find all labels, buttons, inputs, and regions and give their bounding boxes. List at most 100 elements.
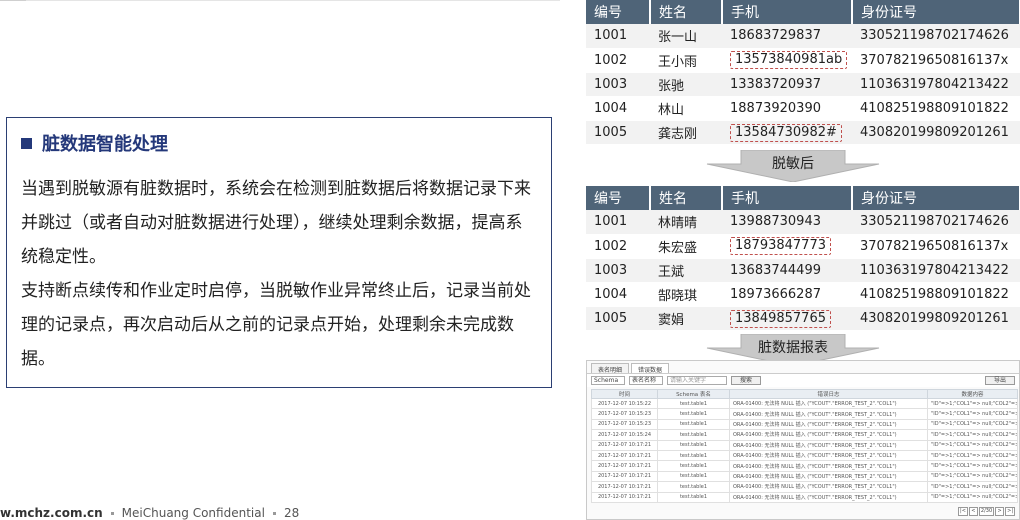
report-cell-time: 2017-12-07 10:15:23 bbox=[591, 418, 658, 431]
report-header-error-log: 错误日志 bbox=[729, 389, 928, 399]
table-row: 1001 张一山 18683729837 330521198702174626 bbox=[586, 24, 1020, 49]
cell-id: 1002 bbox=[586, 234, 650, 259]
cell-name: 龚志刚 bbox=[650, 120, 722, 146]
info-title-text: 脏数据智能处理 bbox=[42, 134, 168, 155]
report-cell-time: 2017-12-07 10:17:21 bbox=[591, 491, 658, 503]
report-cell-schema: test.table1 bbox=[657, 481, 730, 493]
top-strip bbox=[0, 0, 26, 1]
report-row[interactable]: 2017-12-07 10:17:21 test.table1 ORA-01400:… bbox=[591, 491, 1018, 503]
report-cell-time: 2017-12-07 10:17:21 bbox=[591, 460, 658, 472]
cell-name: 郜晓琪 bbox=[650, 282, 722, 308]
cell-phone: 13988730943 bbox=[722, 210, 852, 235]
header-phone: 手机 bbox=[722, 0, 853, 24]
report-row[interactable]: 2017-12-07 10:15:24 test.table1 ORA-01400:… bbox=[591, 429, 1018, 441]
highlighted-value: 13573840981ab bbox=[730, 51, 848, 70]
report-cell-schema: test.table1 bbox=[657, 408, 730, 420]
footer-separator bbox=[272, 511, 276, 515]
info-paragraph-1: 当遇到脱敏源有脏数据时，系统会在检测到脏数据后将数据记录下来并跳过（或者自动对脏… bbox=[21, 179, 531, 267]
cell-id: 1002 bbox=[586, 48, 650, 73]
cell-phone: 18793847773 bbox=[722, 234, 852, 259]
cell-name: 林山 bbox=[650, 96, 722, 122]
cell-idcard: 410825198809101822 bbox=[852, 282, 1020, 308]
report-cell-error-log: ORA-01400: 无法将 NULL 插入 ("YCOUT"."ERROR_T… bbox=[729, 491, 928, 503]
table-name-select[interactable]: 表名名称 bbox=[629, 376, 663, 385]
report-cell-time: 2017-12-07 10:17:21 bbox=[591, 470, 658, 483]
header-idcard: 身份证号 bbox=[852, 0, 1020, 24]
cell-id: 1004 bbox=[586, 282, 650, 308]
cell-id: 1005 bbox=[586, 120, 650, 146]
report-cell-error-log: ORA-01400: 无法将 NULL 插入 ("YCOUT"."ERROR_T… bbox=[729, 408, 928, 420]
report-cell-error-log: ORA-01400: 无法将 NULL 插入 ("YCOUT"."ERROR_T… bbox=[729, 449, 928, 462]
pager-last-button[interactable]: >| bbox=[1005, 507, 1015, 516]
table-row: 1002 朱宏盛 18793847773 37078219650816137x bbox=[586, 234, 1020, 259]
pager-first-button[interactable]: |< bbox=[958, 507, 968, 516]
report-cell-error-log: ORA-01400: 无法将 NULL 插入 ("YCOUT"."ERROR_T… bbox=[729, 470, 928, 483]
cell-name: 林晴晴 bbox=[650, 210, 722, 235]
header-phone: 手机 bbox=[722, 186, 853, 210]
cell-name: 朱宏盛 bbox=[650, 234, 722, 259]
cell-id: 1003 bbox=[586, 258, 650, 284]
cell-idcard: 430820199809201261 bbox=[852, 120, 1020, 146]
report-cell-content: "ID"=>1;"COL1"=> null;"COL2"=>null bbox=[927, 408, 1018, 420]
report-header-row: 时间 Schema 表名 错误日志 数据内容 bbox=[591, 389, 1018, 399]
table-row: 1003 张驰 13383720937 110363197804213422 bbox=[586, 72, 1020, 98]
report-row[interactable]: 2017-12-07 10:15:23 test.table1 ORA-01400:… bbox=[591, 408, 1018, 420]
pager-page-indicator: 2/30 bbox=[978, 507, 995, 516]
export-button[interactable]: 导出 bbox=[984, 376, 1015, 385]
report-cell-error-log: ORA-01400: 无法将 NULL 插入 ("YCOUT"."ERROR_T… bbox=[729, 460, 928, 472]
table-header-row: 编号 姓名 手机 身份证号 bbox=[586, 186, 1020, 210]
tab-table-detail[interactable]: 表名明细 bbox=[591, 363, 630, 374]
report-row[interactable]: 2017-12-07 10:17:21 test.table1 ORA-01400:… bbox=[591, 449, 1018, 462]
top-divider bbox=[0, 0, 560, 1]
tab-error-data[interactable]: 错误数据 bbox=[631, 363, 670, 374]
schema-select[interactable]: Schema bbox=[591, 376, 625, 385]
report-table: 时间 Schema 表名 错误日志 数据内容 2017-12-07 10:15:… bbox=[591, 389, 1018, 503]
report-cell-time: 2017-12-07 10:17:21 bbox=[591, 439, 658, 451]
report-row[interactable]: 2017-12-07 10:15:22 test.table1 ORA-01400:… bbox=[591, 397, 1018, 410]
report-cell-schema: test.table1 bbox=[657, 397, 730, 410]
report-cell-error-log: ORA-01400: 无法将 NULL 插入 ("YCOUT"."ERROR_T… bbox=[729, 429, 928, 441]
report-header-schema: Schema 表名 bbox=[657, 389, 730, 399]
report-row[interactable]: 2017-12-07 10:15:23 test.table1 ORA-01400:… bbox=[591, 418, 1018, 431]
table-row: 1002 王小雨 13573840981ab 37078219650816137x bbox=[586, 48, 1020, 73]
cell-idcard: 110363197804213422 bbox=[852, 258, 1020, 284]
cell-id: 1001 bbox=[586, 210, 650, 235]
search-button[interactable]: 搜索 bbox=[731, 376, 762, 385]
table-row: 1003 王斌 13683744499 110363197804213422 bbox=[586, 258, 1020, 284]
pager-next-button[interactable]: > bbox=[995, 507, 1005, 516]
report-cell-content: "ID"=>1;"COL1"=> null;"COL2"=>null bbox=[927, 491, 1018, 503]
report-cell-schema: test.table1 bbox=[657, 460, 730, 472]
footer-separator bbox=[110, 511, 114, 515]
pager-prev-button[interactable]: < bbox=[968, 507, 978, 516]
report-cell-content: "ID"=>1;"COL1"=> null;"COL2"=>null bbox=[927, 481, 1018, 493]
report-tabs: 表名明细 错误数据 bbox=[587, 361, 1019, 374]
report-cell-schema: test.table1 bbox=[657, 449, 730, 462]
report-cell-content: "ID"=>1;"COL1"=> null;"COL2"=>null bbox=[927, 449, 1018, 462]
report-cell-time: 2017-12-07 10:17:21 bbox=[591, 449, 658, 462]
dirty-data-report-window: 表名明细 错误数据 Schema 表名名称 请输入关键字 搜索 导出 时间 Sc… bbox=[586, 360, 1020, 520]
cell-phone: 13584730982# bbox=[722, 120, 852, 146]
report-cell-time: 2017-12-07 10:15:23 bbox=[591, 408, 658, 420]
report-cell-error-log: ORA-01400: 无法将 NULL 插入 ("YCOUT"."ERROR_T… bbox=[729, 418, 928, 431]
report-row[interactable]: 2017-12-07 10:17:21 test.table1 ORA-01400:… bbox=[591, 439, 1018, 451]
report-cell-time: 2017-12-07 10:15:24 bbox=[591, 429, 658, 441]
report-cell-error-log: ORA-01400: 无法将 NULL 插入 ("YCOUT"."ERROR_T… bbox=[729, 397, 928, 410]
report-toolbar: Schema 表名名称 请输入关键字 搜索 导出 bbox=[587, 373, 1019, 387]
report-row[interactable]: 2017-12-07 10:17:21 test.table1 ORA-01400:… bbox=[591, 481, 1018, 493]
search-input[interactable]: 请输入关键字 bbox=[667, 376, 727, 385]
table-after-masking: 编号 姓名 手机 身份证号 1001 林晴晴 13988730943 33052119… bbox=[586, 186, 1020, 332]
report-cell-schema: test.table1 bbox=[657, 429, 730, 441]
report-cell-content: "ID"=>1;"COL1"=> null;"COL2"=>null bbox=[927, 470, 1018, 483]
arrow-after-masking: 脱敏后 bbox=[703, 150, 883, 182]
info-title: 脏数据智能处理 bbox=[21, 128, 537, 158]
header-name: 姓名 bbox=[650, 0, 723, 24]
cell-name: 张一山 bbox=[650, 24, 722, 49]
report-header-content: 数据内容 bbox=[927, 389, 1018, 399]
report-row[interactable]: 2017-12-07 10:17:21 test.table1 ORA-01400:… bbox=[591, 470, 1018, 483]
report-cell-content: "ID"=>1;"COL1"=> null;"COL2"=>null bbox=[927, 460, 1018, 472]
highlighted-value: 13584730982# bbox=[730, 123, 842, 142]
report-row[interactable]: 2017-12-07 10:17:21 test.table1 ORA-01400:… bbox=[591, 460, 1018, 472]
report-cell-schema: test.table1 bbox=[657, 439, 730, 451]
report-cell-error-log: ORA-01400: 无法将 NULL 插入 ("YCOUT"."ERROR_T… bbox=[729, 481, 928, 493]
cell-phone: 13849857765 bbox=[722, 306, 852, 332]
